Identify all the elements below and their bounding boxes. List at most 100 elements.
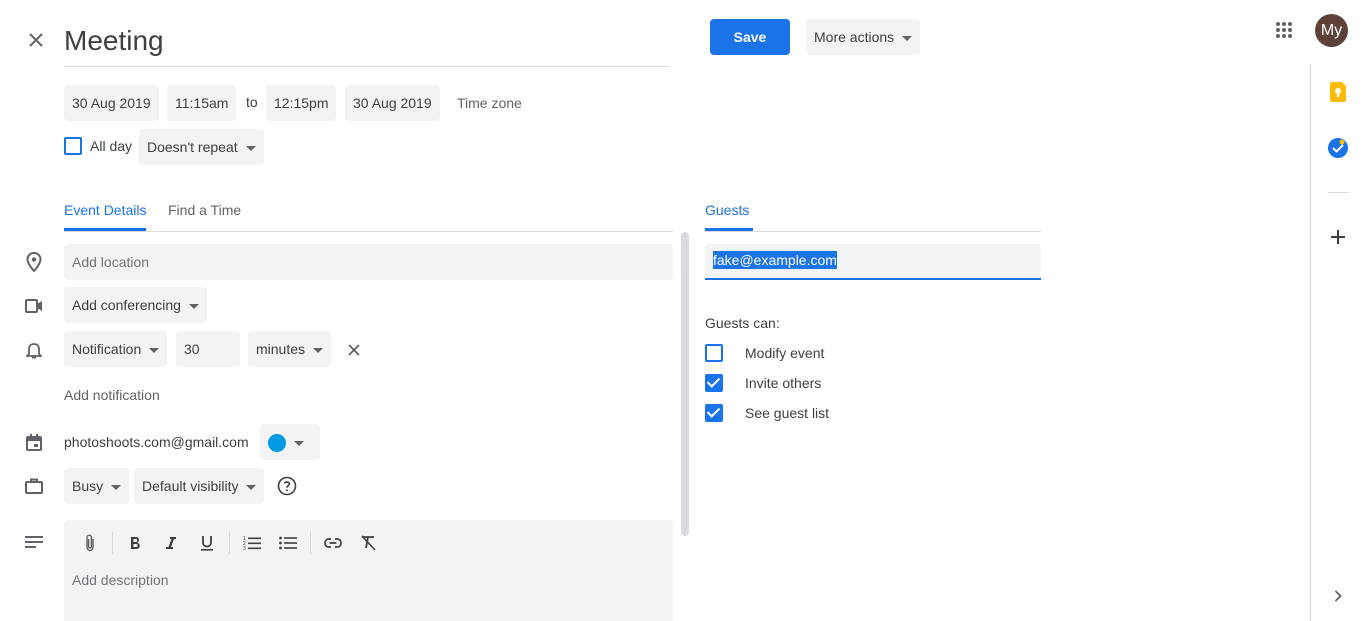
underline-button[interactable] xyxy=(197,533,217,553)
italic-button[interactable] xyxy=(161,533,181,553)
end-date-text: 30 Aug 2019 xyxy=(353,95,432,111)
toolbar-divider xyxy=(229,532,230,554)
dropdown-caret-icon xyxy=(245,145,256,151)
tab-find-a-time[interactable]: Find a Time xyxy=(168,202,241,218)
avatar-initials: My xyxy=(1320,22,1343,39)
bulleted-list-button[interactable] xyxy=(278,533,298,553)
bold-button[interactable] xyxy=(125,533,145,553)
conferencing-label: Add conferencing xyxy=(72,297,181,313)
numbered-list-button[interactable]: 123 xyxy=(242,533,262,553)
end-time-text: 12:15pm xyxy=(274,95,329,111)
guests-can-heading: Guests can: xyxy=(705,315,780,331)
link-icon xyxy=(324,538,342,548)
tab-event-details-label: Event Details xyxy=(64,202,147,218)
tab-guests[interactable]: Guests xyxy=(705,202,753,231)
start-date-text: 30 Aug 2019 xyxy=(72,95,151,111)
save-button[interactable]: Save xyxy=(710,19,790,55)
tasks-icon xyxy=(1328,138,1348,158)
italic-icon xyxy=(166,537,176,549)
end-date-chip[interactable]: 30 Aug 2019 xyxy=(345,85,440,121)
visibility-label: Default visibility xyxy=(142,478,239,494)
help-icon xyxy=(277,476,297,496)
notification-value: 30 xyxy=(184,341,200,357)
guests-divider xyxy=(705,231,1041,232)
guests-input[interactable]: fake@example.com xyxy=(705,244,1041,280)
invite-others-checkbox[interactable] xyxy=(705,374,723,392)
link-button[interactable] xyxy=(323,533,343,553)
dropdown-caret-icon xyxy=(188,303,199,309)
see-guest-list-label: See guest list xyxy=(745,405,830,421)
notification-type-label: Notification xyxy=(72,341,142,357)
tab-event-details[interactable]: Event Details xyxy=(64,202,147,231)
event-title-input[interactable]: Meeting xyxy=(64,18,669,67)
guests-input-value: fake@example.com xyxy=(713,251,837,269)
numbered-list-icon: 123 xyxy=(243,536,261,551)
invite-others-label: Invite others xyxy=(745,375,822,391)
timezone-button[interactable]: Time zone xyxy=(457,95,522,111)
description-lines-icon xyxy=(24,533,44,551)
location-input[interactable]: Add location xyxy=(64,244,673,280)
close-icon xyxy=(29,33,43,47)
modify-event-label: Modify event xyxy=(745,345,825,361)
apps-button[interactable] xyxy=(1272,18,1296,42)
help-button[interactable] xyxy=(276,475,298,497)
toolbar-divider xyxy=(112,532,113,554)
apps-grid-icon xyxy=(1276,22,1292,38)
bulleted-list-icon xyxy=(279,536,297,550)
tasks-button[interactable] xyxy=(1326,136,1350,160)
svg-text:3: 3 xyxy=(243,546,246,551)
expand-panel-button[interactable] xyxy=(1326,584,1350,608)
modify-event-checkbox[interactable] xyxy=(705,344,723,362)
side-panel-divider xyxy=(1328,192,1350,193)
close-icon xyxy=(348,344,360,356)
dropdown-caret-icon xyxy=(902,35,913,41)
calendar-color-dropdown[interactable] xyxy=(260,424,320,460)
start-date-chip[interactable]: 30 Aug 2019 xyxy=(64,85,159,121)
dropdown-caret-icon xyxy=(313,347,324,353)
details-scrollbar[interactable] xyxy=(681,232,689,536)
end-time-chip[interactable]: 12:15pm xyxy=(266,85,337,121)
more-actions-button[interactable]: More actions xyxy=(806,19,921,55)
notification-unit-label: minutes xyxy=(256,341,306,357)
event-title: Meeting xyxy=(64,25,164,56)
paperclip-icon xyxy=(86,534,94,552)
see-guest-list-checkbox[interactable] xyxy=(705,404,723,422)
notification-unit-dropdown[interactable]: minutes xyxy=(248,331,332,367)
availability-dropdown[interactable]: Busy xyxy=(64,468,130,504)
dropdown-caret-icon xyxy=(246,484,257,490)
visibility-dropdown[interactable]: Default visibility xyxy=(134,468,265,504)
all-day-label: All day xyxy=(90,138,133,154)
conferencing-dropdown[interactable]: Add conferencing xyxy=(64,287,207,323)
keep-button[interactable] xyxy=(1326,80,1350,104)
tabs-divider xyxy=(64,231,673,232)
add-notification-label: Add notification xyxy=(64,387,160,403)
repeat-dropdown[interactable]: Doesn't repeat xyxy=(139,129,264,165)
all-day-checkbox[interactable] xyxy=(64,137,82,155)
tab-find-a-time-label: Find a Time xyxy=(168,202,242,218)
start-time-text: 11:15am xyxy=(175,95,229,111)
start-time-chip[interactable]: 11:15am xyxy=(167,85,237,121)
save-button-label: Save xyxy=(733,29,767,45)
calendar-color-swatch xyxy=(268,434,286,453)
add-icon xyxy=(1331,230,1345,244)
add-notification-button[interactable]: Add notification xyxy=(64,387,160,403)
timezone-label: Time zone xyxy=(457,95,522,111)
clear-formatting-button[interactable] xyxy=(358,533,378,553)
clear-formatting-icon xyxy=(361,535,376,551)
to-label: to xyxy=(246,94,258,110)
notification-type-dropdown[interactable]: Notification xyxy=(64,331,168,367)
dropdown-caret-icon xyxy=(111,484,122,490)
notification-value-input[interactable]: 30 xyxy=(176,331,240,367)
location-placeholder: Add location xyxy=(72,254,150,270)
close-button[interactable] xyxy=(22,26,50,54)
toolbar-divider xyxy=(310,532,311,554)
account-avatar[interactable]: My xyxy=(1315,14,1348,47)
chevron-right-icon xyxy=(1334,590,1342,602)
bold-icon xyxy=(131,537,140,549)
remove-notification-button[interactable] xyxy=(344,340,364,360)
attachment-button[interactable] xyxy=(80,533,100,553)
video-camera-icon xyxy=(24,296,44,316)
description-placeholder: Add description xyxy=(72,572,169,588)
add-addon-button[interactable] xyxy=(1326,225,1350,249)
repeat-label: Doesn't repeat xyxy=(147,139,238,155)
